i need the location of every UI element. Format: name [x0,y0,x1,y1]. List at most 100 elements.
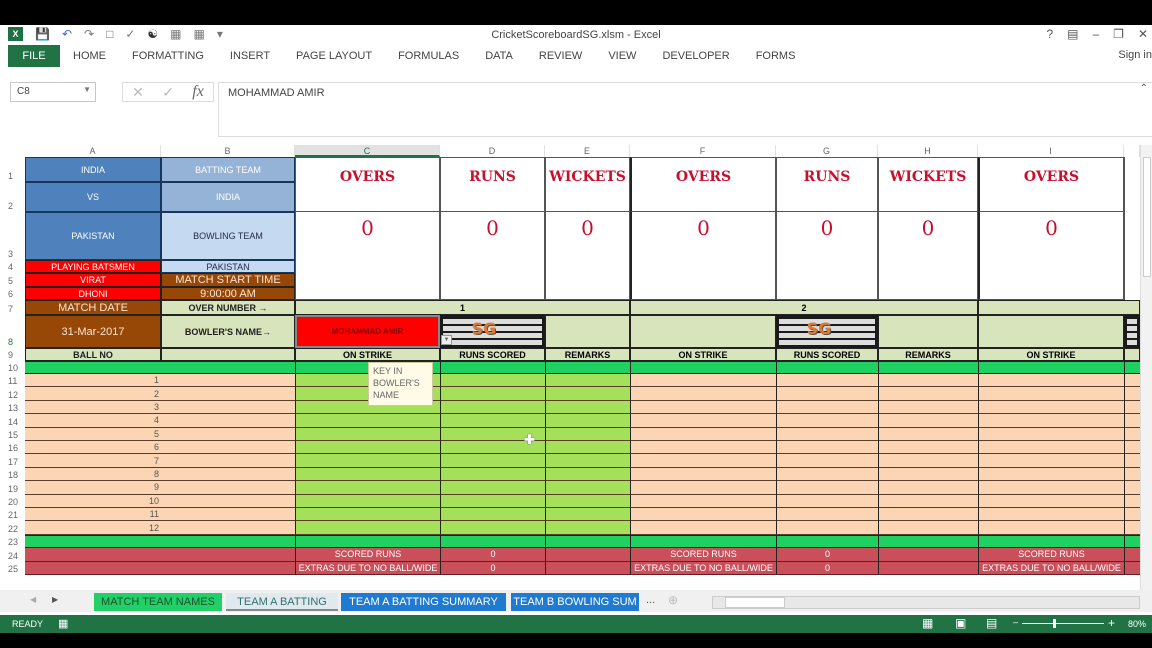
ball-number-cell[interactable]: 7 [25,454,161,468]
row-header[interactable]: 17 [8,457,25,468]
entry-cell[interactable] [878,374,978,388]
scoreboard-value[interactable]: 0 [545,212,630,300]
entry-cell[interactable] [295,481,440,495]
separator-cell[interactable] [440,361,545,374]
cell-bowlers-name-label[interactable]: BOWLER'S NAME→ [161,315,295,348]
summary-cell[interactable]: EXTRAS DUE TO NO BALL/WIDE [630,561,776,575]
separator-cell[interactable] [776,534,878,549]
separator-cell[interactable] [161,361,295,374]
entry-cell[interactable] [295,454,440,468]
column-header-e[interactable]: E [545,145,630,157]
row-header[interactable]: 16 [8,443,25,454]
cell-row8[interactable] [878,315,978,348]
entry-cell[interactable] [295,494,440,508]
cell-bowling-team-label[interactable]: BOWLING TEAM [161,212,295,260]
scoreboard-label[interactable]: OVERS [978,157,1124,212]
entry-cell[interactable] [1124,454,1140,468]
row-header[interactable]: 21 [8,510,25,521]
entry-cell[interactable] [878,467,978,482]
ball-number-cell[interactable]: 9 [25,481,161,495]
summary-cell[interactable]: SCORED RUNS [295,548,440,562]
entry-cell[interactable] [545,414,630,428]
tab-developer[interactable]: DEVELOPER [649,45,742,67]
normal-view-icon[interactable]: ▦ [922,616,933,630]
entry-cell[interactable] [295,414,440,428]
entry-cell[interactable] [545,467,630,482]
ribbon-display-icon[interactable]: ▤ [1067,27,1078,41]
row-header[interactable]: 7 [8,304,25,315]
entry-cell[interactable] [776,467,878,482]
row-header[interactable]: 22 [8,524,25,535]
sheet-tab-match-team-names[interactable]: MATCH TEAM NAMES [94,593,222,611]
column-header-b[interactable]: B [161,145,295,157]
scoreboard-value[interactable]: 0 [440,212,545,300]
entry-cell[interactable] [878,481,978,495]
tab-formulas[interactable]: FORMULAS [385,45,472,67]
cancel-icon[interactable]: ✕ [132,84,144,101]
separator-cell[interactable] [25,534,161,549]
tab-home[interactable]: HOME [60,45,119,67]
separator-cell[interactable] [25,361,161,374]
zoom-out-icon[interactable]: – [1013,617,1018,627]
entry-cell[interactable] [630,427,776,441]
entry-cell[interactable] [161,454,295,468]
cell-ball-no-label[interactable]: BALL NO [25,348,161,361]
entry-cell[interactable] [878,414,978,428]
entry-cell[interactable] [440,494,545,508]
separator-cell[interactable] [978,534,1124,549]
cell-j-top[interactable] [1124,157,1140,300]
entry-cell[interactable] [440,400,545,415]
scoreboard-value[interactable]: 0 [776,212,878,300]
vertical-scrollbar[interactable] [1140,145,1152,610]
summary-cell[interactable]: 0 [440,548,545,562]
cell-over-number-label[interactable]: OVER NUMBER → [161,300,295,315]
entry-cell[interactable] [1124,481,1140,495]
entry-cell[interactable] [1124,441,1140,455]
entry-cell[interactable] [776,374,878,388]
column-header-j[interactable] [1124,145,1140,157]
cell-batting-team-label[interactable]: BATTING TEAM [161,157,295,182]
scoreboard-label[interactable]: WICKETS [545,157,630,212]
ball-number-cell[interactable]: 8 [25,467,161,482]
entry-cell[interactable] [878,494,978,508]
entry-cell[interactable] [630,400,776,415]
close-icon[interactable]: ✕ [1138,27,1148,41]
page-break-view-icon[interactable]: ▤ [986,616,997,630]
chevron-down-icon[interactable]: ▼ [83,85,91,94]
entry-cell[interactable] [161,441,295,455]
prev-sheet-icon[interactable]: ◀ [30,595,36,604]
summary-cell[interactable]: 0 [776,548,878,562]
tab-page-layout[interactable]: PAGE LAYOUT [283,45,385,67]
entry-cell[interactable] [776,481,878,495]
separator-cell[interactable] [878,534,978,549]
horizontal-scrollbar[interactable] [712,596,1140,609]
summary-cell[interactable] [25,548,161,562]
row-header[interactable]: 4 [8,262,25,273]
entry-cell[interactable] [776,414,878,428]
tab-data[interactable]: DATA [472,45,526,67]
zoom-level[interactable]: 80% [1128,619,1146,629]
entry-cell[interactable] [545,387,630,401]
macro-recording-icon[interactable]: ▦ [58,617,68,630]
scroll-thumb[interactable] [725,597,785,608]
entry-cell[interactable] [161,427,295,441]
row-header[interactable]: 25 [8,564,25,575]
entry-cell[interactable] [878,521,978,535]
scoreboard-label[interactable]: RUNS [440,157,545,212]
entry-cell[interactable] [776,494,878,508]
zoom-slider[interactable] [1022,619,1104,628]
row-header[interactable]: 23 [8,537,25,548]
cell-row8[interactable] [630,315,776,348]
row-header[interactable]: 2 [8,201,25,212]
row-header[interactable]: 10 [8,363,25,374]
summary-cell[interactable]: SCORED RUNS [978,548,1124,562]
entry-cell[interactable] [1124,427,1140,441]
scoreboard-label[interactable]: OVERS [630,157,776,212]
entry-cell[interactable] [630,521,776,535]
entry-cell[interactable] [630,441,776,455]
entry-cell[interactable] [440,521,545,535]
column-header-c[interactable]: C [295,145,440,157]
ball-number-cell[interactable]: 6 [25,441,161,455]
row-header[interactable]: 19 [8,484,25,495]
sheet-tab-team-a-batting-summary[interactable]: TEAM A BATTING SUMMARY [341,593,506,611]
